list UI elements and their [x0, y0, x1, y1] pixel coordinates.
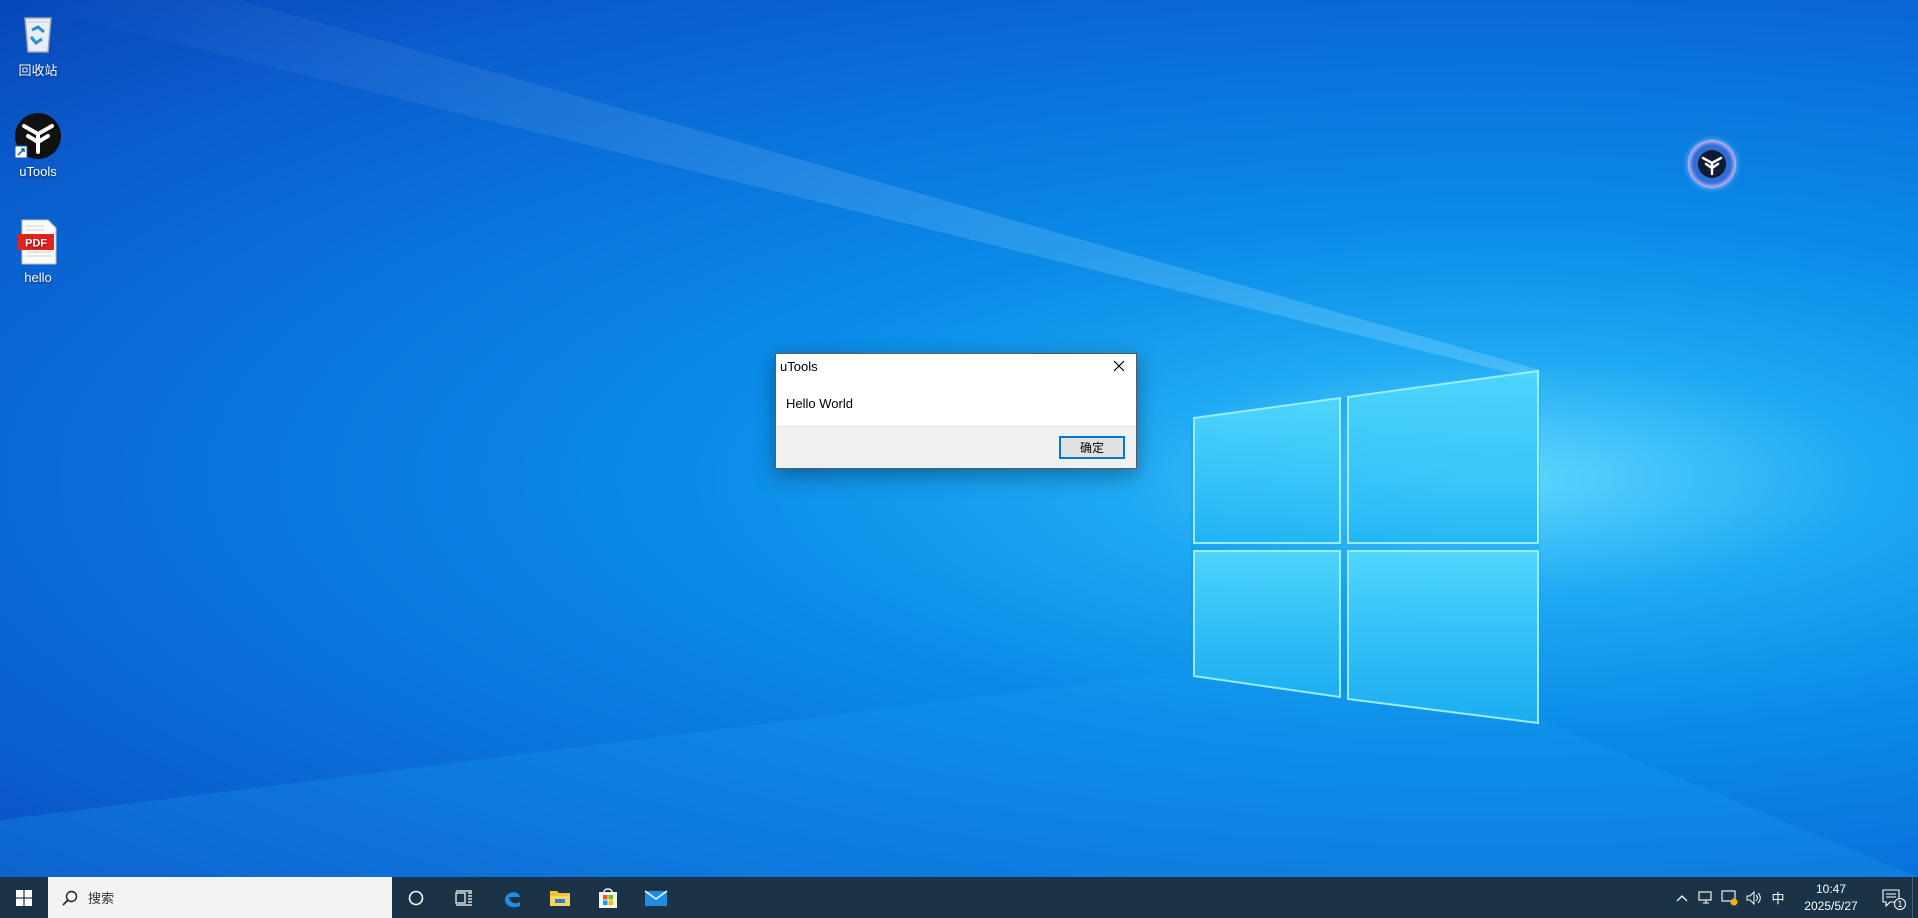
- network-button[interactable]: [1694, 877, 1718, 918]
- show-desktop-button[interactable]: [1912, 877, 1918, 918]
- dialog-title: uTools: [780, 359, 818, 374]
- recycle-bin-icon: [14, 8, 62, 56]
- dialog-titlebar[interactable]: uTools: [776, 354, 1136, 378]
- security-button[interactable]: [1718, 877, 1742, 918]
- start-button[interactable]: [0, 877, 48, 918]
- utools-floating-ball[interactable]: [1688, 140, 1736, 188]
- mail-icon: [644, 889, 668, 906]
- utools-float-icon: [1698, 150, 1726, 178]
- desktop-icon-pdf-file[interactable]: PDF hello: [0, 218, 76, 285]
- desktop-icon-label: uTools: [19, 164, 57, 179]
- dialog-message: Hello World: [786, 396, 853, 411]
- store-icon: [599, 887, 617, 908]
- cortana-icon: [408, 890, 424, 905]
- clock[interactable]: 10:47 2025/5/27: [1796, 881, 1866, 915]
- desktop-icon-utools[interactable]: uTools: [0, 112, 76, 179]
- utools-icon: [14, 112, 62, 160]
- file-explorer-icon: [550, 890, 570, 906]
- taskbar: 搜索 中 10:47 2025/5/27 1: [0, 877, 1918, 918]
- taskbar-search-box[interactable]: 搜索: [48, 877, 392, 918]
- close-button[interactable]: [1102, 354, 1136, 378]
- desktop-icon-label: hello: [24, 270, 52, 285]
- cortana-button[interactable]: [392, 877, 440, 918]
- action-center-button[interactable]: 1: [1872, 877, 1912, 918]
- search-icon: [62, 890, 78, 906]
- volume-icon: [1746, 890, 1761, 905]
- system-tray: 中 10:47 2025/5/27 1: [1670, 877, 1918, 918]
- task-view-icon: [455, 889, 472, 906]
- clock-date: 2025/5/27: [1804, 898, 1858, 913]
- network-icon: [1698, 890, 1712, 904]
- ime-indicator[interactable]: 中: [1766, 877, 1790, 918]
- mail-button[interactable]: [632, 877, 680, 918]
- notification-count-badge: 1: [1894, 898, 1906, 910]
- desktop-icon-recycle-bin[interactable]: 回收站: [0, 8, 76, 79]
- chevron-up-icon: [1676, 894, 1688, 901]
- store-button[interactable]: [584, 877, 632, 918]
- pdf-badge: PDF: [25, 238, 47, 250]
- desktop-icon-label: 回收站: [18, 63, 58, 78]
- edge-icon: [505, 891, 520, 907]
- dialog-footer: 确定: [776, 426, 1136, 468]
- search-placeholder: 搜索: [88, 892, 115, 907]
- ok-button[interactable]: 确定: [1059, 436, 1125, 459]
- tray-overflow-button[interactable]: [1670, 877, 1694, 918]
- task-view-button[interactable]: [440, 877, 488, 918]
- close-icon: [1113, 360, 1125, 372]
- volume-button[interactable]: [1742, 877, 1766, 918]
- edge-button[interactable]: [488, 877, 536, 918]
- windows-logo-glass: [1193, 369, 1539, 725]
- security-warning-icon: [1721, 889, 1738, 905]
- pdf-icon: PDF: [14, 218, 62, 266]
- clock-time: 10:47: [1815, 881, 1847, 896]
- message-dialog: uTools Hello World 确定: [775, 353, 1137, 469]
- file-explorer-button[interactable]: [536, 877, 584, 918]
- windows-start-icon: [16, 889, 32, 906]
